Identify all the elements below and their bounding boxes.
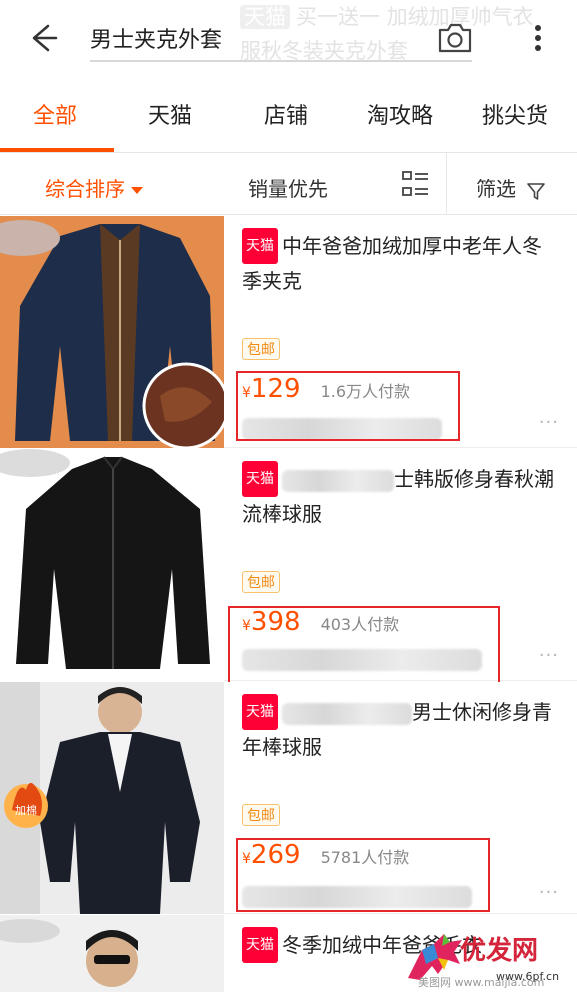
free-shipping-badge: 包邮: [242, 571, 280, 593]
promo-line-1: 买一送一 加绒加厚帅气衣: [296, 5, 534, 29]
annotation-box: [236, 371, 460, 441]
tab-guides[interactable]: 淘攻略: [367, 98, 433, 130]
promo-tag: 天猫: [240, 5, 290, 29]
watermark-logo: 优发网 www.6pf.cn 美图网 www.maijia.com: [400, 926, 577, 992]
more-dots-icon[interactable]: ···: [539, 645, 559, 666]
caret-down-icon: [131, 187, 143, 194]
list-view-icon[interactable]: [400, 169, 430, 199]
sales-first-button[interactable]: 销量优先: [248, 173, 328, 202]
background-promo-text: 天猫 买一送一 加绒加厚帅气衣 服秋冬装夹克外套: [240, 0, 540, 66]
more-options-icon[interactable]: [526, 18, 550, 58]
tab-all[interactable]: 全部: [33, 98, 77, 130]
product-image[interactable]: [0, 449, 224, 681]
product-image[interactable]: [0, 216, 224, 448]
product-image[interactable]: [0, 915, 224, 992]
product-title[interactable]: 天猫 中年爸爸加绒加厚中老年人冬季夹克: [242, 228, 560, 298]
back-arrow-icon[interactable]: [22, 18, 62, 58]
sort-dropdown[interactable]: 综合排序: [45, 173, 143, 202]
filter-button[interactable]: 筛选: [476, 173, 546, 202]
product-image[interactable]: 加棉: [0, 682, 224, 914]
title-blurred-prefix: [282, 702, 412, 725]
product-title[interactable]: 天猫 男士休闲修身青年棒球服: [242, 694, 560, 764]
tab-premium[interactable]: 挑尖货: [482, 98, 548, 130]
more-dots-icon[interactable]: ···: [539, 882, 559, 903]
category-tabs: 全部 天猫 店铺 淘攻略 挑尖货: [0, 78, 577, 152]
filter-label: 筛选: [476, 177, 516, 201]
annotation-box: [236, 838, 490, 912]
search-underline: [90, 60, 472, 62]
tab-tmall[interactable]: 天猫: [148, 98, 192, 130]
tab-shops[interactable]: 店铺: [264, 98, 308, 130]
tmall-tag: 天猫: [242, 927, 278, 963]
watermark-site: 美图网 www.maijia.com: [418, 976, 545, 989]
sort-filter-bar: 综合排序 销量优先 筛选: [0, 153, 577, 215]
search-header: 天猫 买一送一 加绒加厚帅气衣 服秋冬装夹克外套 男士夹克外套: [0, 0, 577, 78]
free-shipping-badge: 包邮: [242, 338, 280, 360]
tmall-tag: 天猫: [242, 461, 278, 497]
search-input[interactable]: 男士夹克外套: [90, 22, 229, 54]
watermark-title: 优发网: [460, 936, 539, 966]
title-blurred-prefix: [282, 469, 394, 492]
jacket-black-image: [0, 449, 224, 681]
camera-icon[interactable]: [436, 20, 474, 56]
product-title[interactable]: 天猫 士韩版修身春秋潮流棒球服: [242, 461, 560, 531]
funnel-icon: [527, 182, 546, 200]
jacket-model-image: 加棉: [0, 682, 224, 914]
filter-divider: [446, 153, 447, 215]
more-dots-icon[interactable]: ···: [539, 412, 559, 433]
thumb-overlay-label: 加棉: [15, 803, 37, 817]
free-shipping-badge: 包邮: [242, 804, 280, 826]
sort-label: 综合排序: [45, 177, 125, 201]
tmall-tag: 天猫: [242, 228, 278, 264]
tmall-tag: 天猫: [242, 694, 278, 730]
annotation-box: [228, 606, 500, 686]
jacket-partial-image: [0, 915, 224, 992]
jacket-navy-image: [0, 216, 224, 448]
